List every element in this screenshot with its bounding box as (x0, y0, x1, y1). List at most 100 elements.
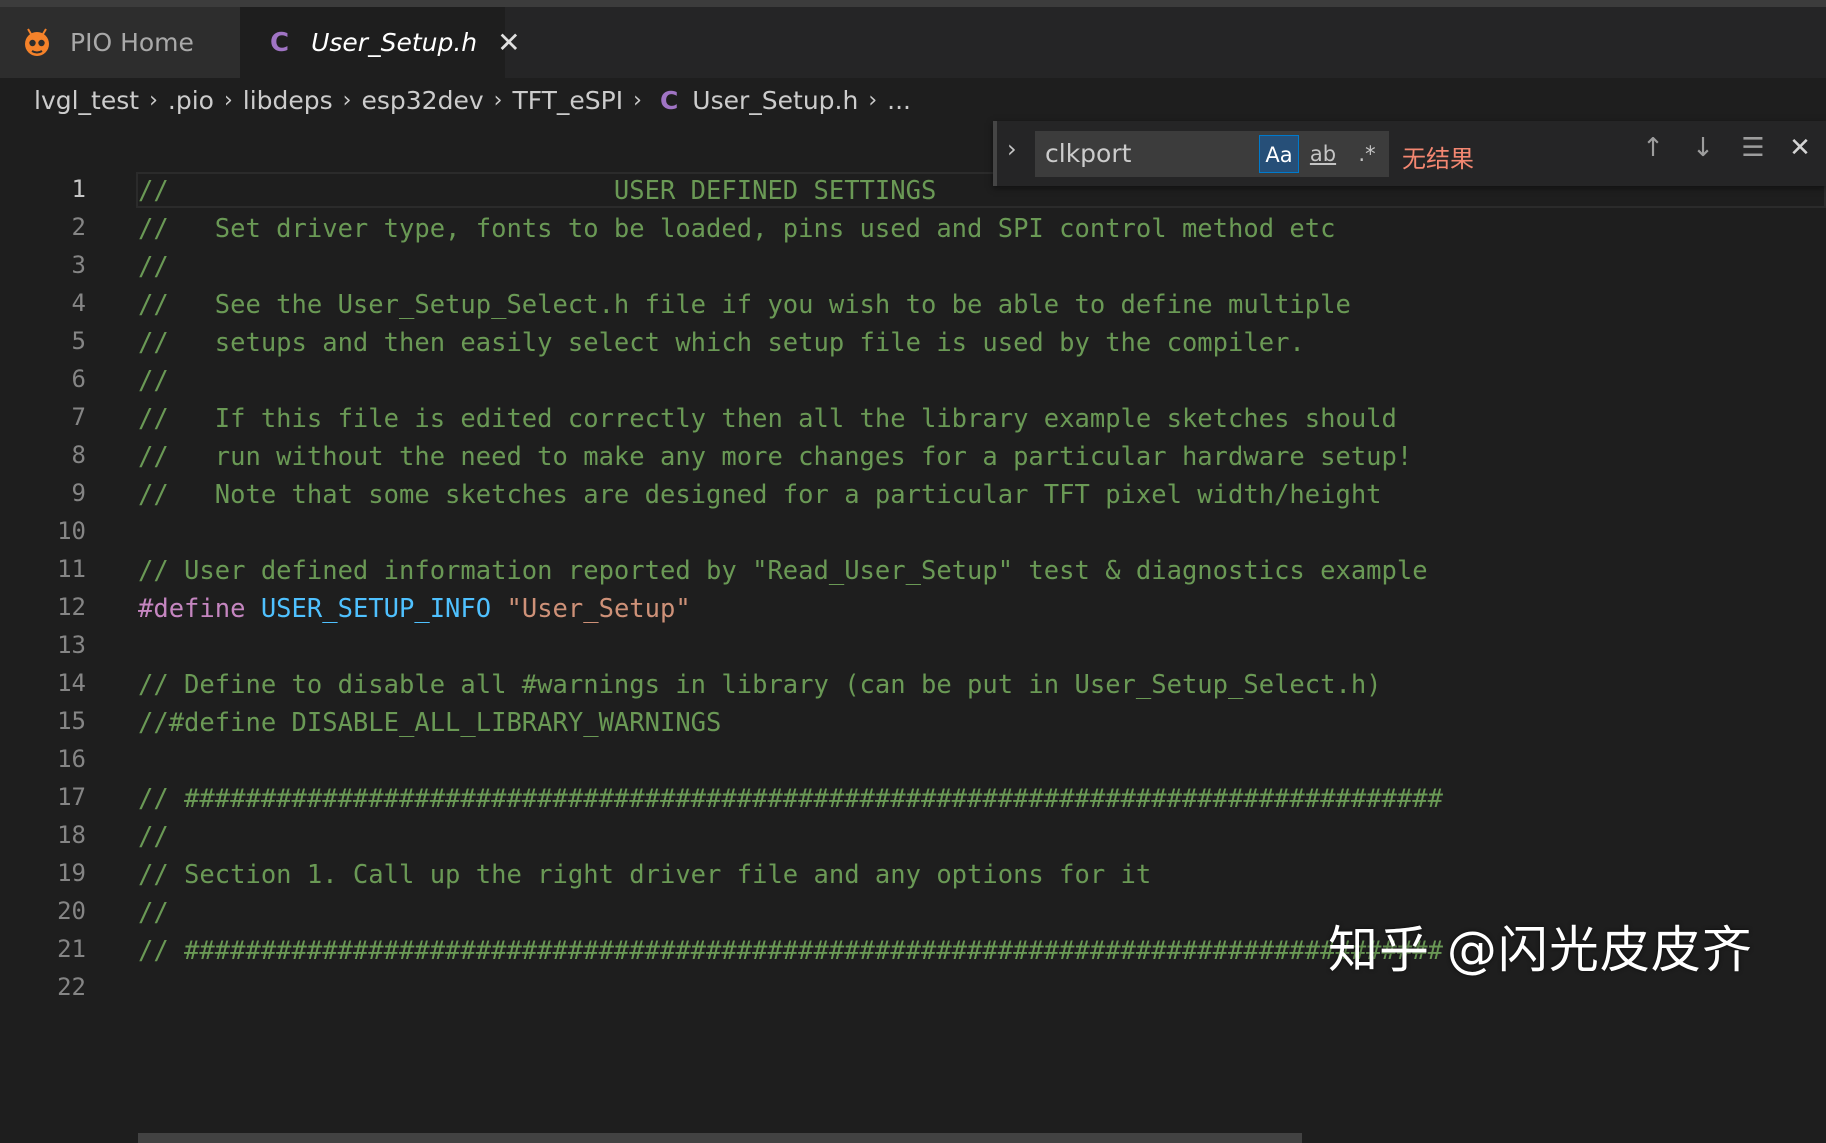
code-token: // Set driver type, fonts to be loaded, … (138, 214, 1336, 244)
use-regex-toggle[interactable]: .* (1347, 135, 1387, 173)
line-number: 4 (71, 289, 86, 317)
code-text: // #####################################… (138, 935, 1443, 967)
tab-label: User_Setup.h (311, 28, 478, 57)
line-number: 5 (71, 327, 86, 355)
breadcrumb: lvgl_test › .pio › libdeps › esp32dev › … (0, 78, 1826, 122)
window-top-strip (0, 0, 1826, 7)
code-token: //#define DISABLE_ALL_LIBRARY_WARNINGS (138, 708, 722, 738)
tab-pio-home[interactable]: PIO Home (0, 7, 240, 78)
line-number: 12 (57, 593, 86, 621)
platformio-alien-icon (22, 27, 52, 58)
code-text: // setups and then easily select which s… (138, 327, 1305, 359)
code-text: // User defined information reported by … (138, 555, 1428, 587)
code-editor[interactable]: 1 // USER DEFINED SETTINGS 2 // Set driver … (0, 122, 1826, 1143)
next-match-arrow-down-icon[interactable]: ↓ (1685, 133, 1721, 163)
breadcrumb-file[interactable]: User_Setup.h (692, 86, 858, 115)
close-icon[interactable]: ✕ (1782, 133, 1818, 163)
code-line[interactable]: 5 // setups and then easily select which … (0, 324, 1826, 362)
code-token: #define (138, 594, 246, 624)
code-text: // If this file is edited correctly then… (138, 403, 1397, 435)
line-number: 1 (71, 175, 86, 203)
code-line[interactable]: 9 // Note that some sketches are designed… (0, 476, 1826, 514)
code-line[interactable]: 18 // (0, 818, 1826, 856)
previous-match-arrow-up-icon[interactable]: ↑ (1635, 133, 1671, 163)
code-line[interactable]: 12 #define USER_SETUP_INFO "User_Setup" (0, 590, 1826, 628)
code-token: // USER DEFINED SETTINGS (138, 176, 937, 206)
breadcrumb-item[interactable]: esp32dev (361, 86, 483, 115)
toggle-replace-chevron-icon[interactable]: › (1007, 135, 1017, 163)
c-language-icon: C (659, 85, 679, 115)
code-token: // (138, 898, 169, 928)
line-number: 8 (71, 441, 86, 469)
code-token: // (138, 822, 169, 852)
line-number: 2 (71, 213, 86, 241)
line-number: 15 (57, 707, 86, 735)
code-token: // If this file is edited correctly then… (138, 404, 1397, 434)
line-number: 3 (71, 251, 86, 279)
code-text: // (138, 821, 169, 853)
chevron-right-icon: › (633, 87, 642, 113)
line-number: 10 (57, 517, 86, 545)
code-text: #define USER_SETUP_INFO "User_Setup" (138, 593, 691, 625)
code-line[interactable]: 2 // Set driver type, fonts to be loaded,… (0, 210, 1826, 248)
close-icon[interactable]: ✕ (497, 26, 520, 59)
code-text: // Note that some sketches are designed … (138, 479, 1382, 511)
code-line[interactable]: 17 // ###################################… (0, 780, 1826, 818)
chevron-right-icon: › (342, 87, 352, 113)
line-number: 14 (57, 669, 86, 697)
find-in-selection-icon[interactable]: ☰ (1735, 133, 1771, 163)
code-token: // run without the need to make any more… (138, 442, 1413, 472)
find-result-status: 无结果 (1402, 145, 1474, 173)
code-line[interactable]: 8 // run without the need to make any mor… (0, 438, 1826, 476)
code-line[interactable]: 14 // Define to disable all #warnings in … (0, 666, 1826, 704)
watermark: 知乎 @闪光皮皮齐 (1328, 921, 1753, 979)
chevron-right-icon: › (868, 87, 878, 113)
tab-label: PIO Home (70, 28, 194, 57)
code-token: // #####################################… (138, 936, 1443, 966)
line-number: 16 (57, 745, 86, 773)
code-text: // #####################################… (138, 783, 1443, 815)
code-token: // User defined information reported by … (138, 556, 1428, 586)
editor-tab-bar: PIO Home C User_Setup.h ✕ (0, 7, 1826, 78)
code-token: // (138, 252, 169, 282)
code-token: // Note that some sketches are designed … (138, 480, 1382, 510)
code-line[interactable]: 3 // (0, 248, 1826, 286)
code-line[interactable]: 11 // User defined information reported b… (0, 552, 1826, 590)
breadcrumb-item[interactable]: .pio (168, 86, 214, 115)
chevron-right-icon: › (493, 87, 503, 113)
line-number: 21 (57, 935, 86, 963)
code-text: // USER DEFINED SETTINGS (138, 175, 936, 207)
breadcrumb-item[interactable]: lvgl_test (34, 86, 139, 115)
find-widget: › clkport Aa ab .* 无结果 ↑ ↓ ☰ ✕ (993, 121, 1826, 186)
code-token: // See the User_Setup_Select.h file if y… (138, 290, 1351, 320)
code-line[interactable]: 13 (0, 628, 1826, 666)
breadcrumb-item[interactable]: libdeps (243, 86, 333, 115)
code-line[interactable]: 6 // (0, 362, 1826, 400)
code-line[interactable]: 19 // Section 1. Call up the right driver… (0, 856, 1826, 894)
code-line[interactable]: 7 // If this file is edited correctly the… (0, 400, 1826, 438)
code-line[interactable]: 16 (0, 742, 1826, 780)
breadcrumb-item[interactable]: TFT_eSPI (512, 86, 623, 115)
line-number: 13 (57, 631, 86, 659)
line-number: 7 (71, 403, 86, 431)
code-text: //#define DISABLE_ALL_LIBRARY_WARNINGS (138, 707, 721, 739)
match-case-toggle[interactable]: Aa (1259, 135, 1299, 173)
code-text: // Section 1. Call up the right driver f… (138, 859, 1151, 891)
line-number: 11 (57, 555, 86, 583)
code-text: // Define to disable all #warnings in li… (138, 669, 1382, 701)
code-text: // Set driver type, fonts to be loaded, … (138, 213, 1335, 245)
code-line[interactable]: 15 //#define DISABLE_ALL_LIBRARY_WARNINGS (0, 704, 1826, 742)
match-whole-word-toggle[interactable]: ab (1303, 135, 1343, 173)
line-number: 18 (57, 821, 86, 849)
c-language-icon: C (270, 27, 290, 58)
tab-user-setup-h[interactable]: C User_Setup.h ✕ (240, 7, 521, 78)
code-line[interactable]: 4 // See the User_Setup_Select.h file if … (0, 286, 1826, 324)
horizontal-scrollbar[interactable] (138, 1133, 1302, 1143)
code-line[interactable]: 10 (0, 514, 1826, 552)
breadcrumb-more[interactable]: ... (887, 86, 911, 115)
code-token: // Define to disable all #warnings in li… (138, 670, 1382, 700)
code-text: // (138, 365, 169, 397)
line-number: 22 (57, 973, 86, 1001)
